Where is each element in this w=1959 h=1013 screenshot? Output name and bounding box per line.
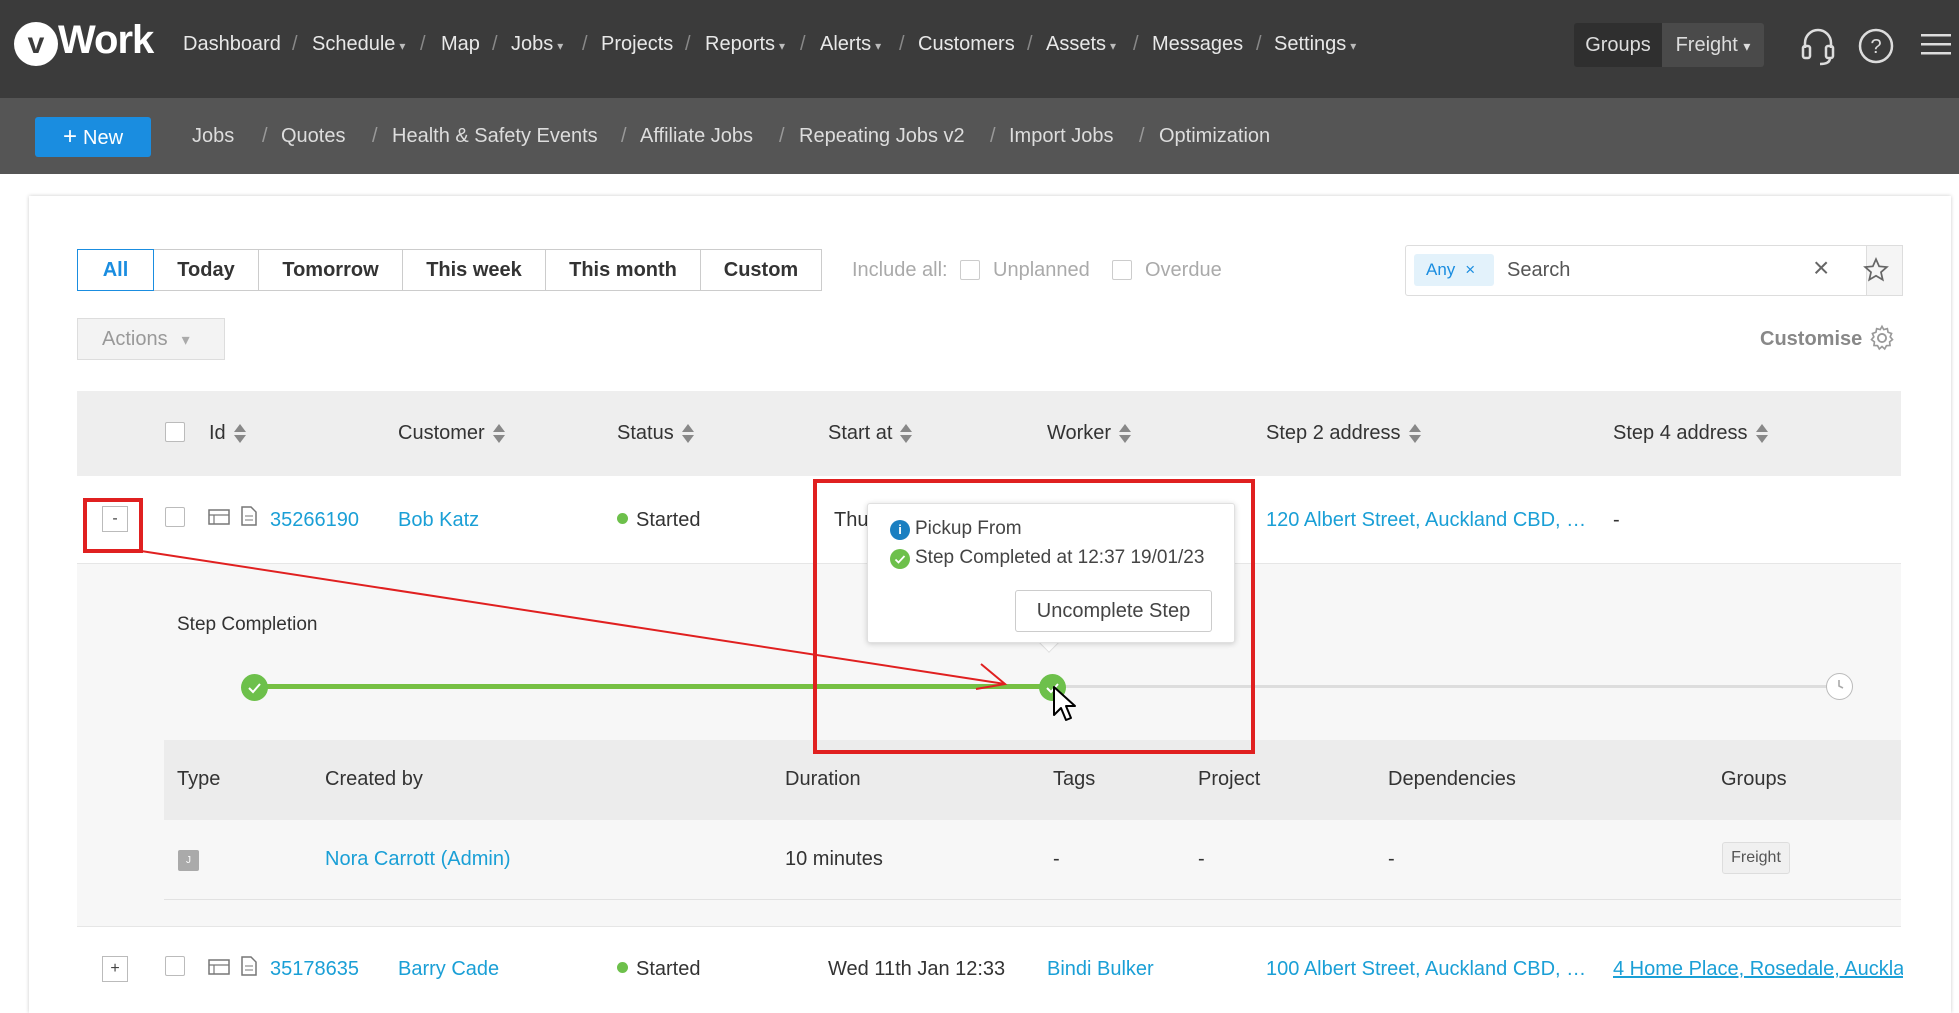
- annotation-overlay: [83, 479, 1255, 754]
- filter-all[interactable]: All: [77, 249, 154, 291]
- annotation-box-tooltip: [813, 479, 1255, 754]
- annotation-arrow: [140, 550, 1006, 685]
- annotation-arrowhead: [975, 663, 1008, 690]
- mouse-cursor-icon: [1052, 685, 1078, 729]
- annotation-box-expand: [83, 498, 143, 553]
